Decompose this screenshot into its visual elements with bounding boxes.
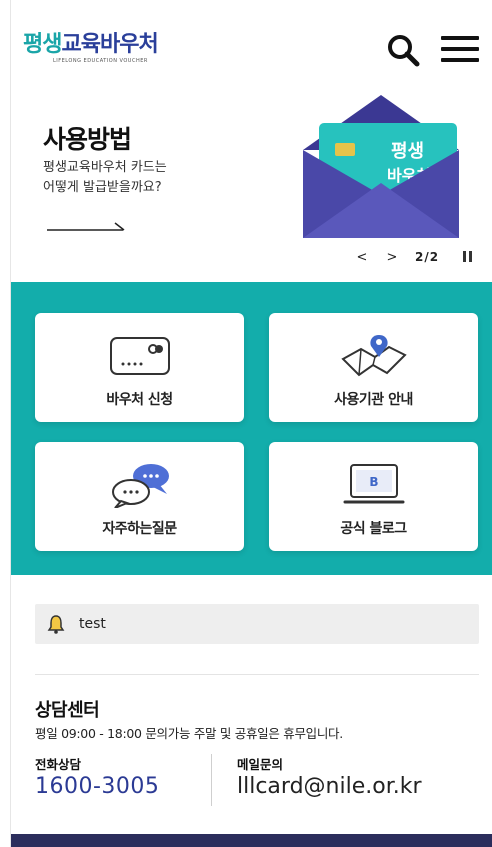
svg-text:B: B (369, 475, 378, 489)
phone-label: 전화상담 (35, 757, 82, 772)
faq-label: 자주하는질문 (102, 521, 177, 537)
mail-label: 메일문의 (237, 757, 284, 772)
slide-counter: 2/2 (415, 250, 440, 264)
banner-title: 사용방법 (43, 125, 132, 154)
long-arrow-icon (47, 222, 125, 231)
phone-number[interactable]: 1600-3005 (35, 774, 159, 799)
mail-address[interactable]: lllcard@nile.or.kr (237, 774, 422, 799)
institution-guide-button[interactable]: 사용기관 안내 (269, 313, 478, 422)
card-icon (105, 333, 175, 379)
next-slide-button[interactable]: > (377, 250, 407, 265)
chat-bubbles-icon (105, 462, 175, 508)
contact-title: 상담센터 (35, 700, 100, 721)
divider (35, 674, 479, 675)
header: 평생교육바우처 LIFELONG EDUCATION VOUCHER (11, 0, 492, 90)
card-text-1: 평생 (391, 141, 424, 162)
search-button[interactable] (386, 33, 420, 67)
logo-subtitle: LIFELONG EDUCATION VOUCHER (53, 58, 148, 64)
monitor-blog-icon: B (339, 462, 409, 508)
prev-slide-button[interactable]: < (347, 250, 377, 265)
bell-icon (47, 615, 65, 634)
search-icon (388, 35, 420, 67)
banner-description: 평생교육바우처 카드는 어떻게 발급받을까요? (43, 160, 167, 195)
quick-menu: 바우처 신청 사용기관 안내 자주하는질문 B 공식 블로그 (11, 282, 492, 575)
banner-pager: < > 2/2 (347, 248, 487, 266)
menu-button[interactable] (441, 36, 481, 64)
contact-separator (211, 754, 212, 806)
map-pin-icon (339, 333, 409, 379)
hamburger-icon (441, 36, 479, 40)
pause-icon[interactable] (463, 251, 475, 263)
page: 평생교육바우처 LIFELONG EDUCATION VOUCHER 사용방법 … (10, 0, 492, 847)
notice-text: test (79, 616, 106, 632)
notice-bar[interactable]: test (35, 604, 479, 644)
hero-banner: 사용방법 평생교육바우처 카드는 어떻게 발급받을까요? 평생 바우처 < > … (11, 90, 492, 282)
footer-bar (11, 834, 492, 847)
banner-more-link[interactable] (47, 218, 127, 232)
institution-guide-label: 사용기관 안내 (334, 392, 413, 408)
contact-hours: 평일 09:00 - 18:00 문의가능 주말 및 공휴일은 휴무입니다. (35, 726, 343, 741)
logo[interactable]: 평생교육바우처 LIFELONG EDUCATION VOUCHER (23, 33, 183, 67)
voucher-envelope-illustration: 평생 바우처 (301, 95, 461, 240)
voucher-apply-label: 바우처 신청 (106, 392, 173, 408)
voucher-apply-button[interactable]: 바우처 신청 (35, 313, 244, 422)
official-blog-button[interactable]: B 공식 블로그 (269, 442, 478, 551)
faq-button[interactable]: 자주하는질문 (35, 442, 244, 551)
logo-text: 평생교육바우처 (23, 32, 159, 57)
official-blog-label: 공식 블로그 (340, 521, 407, 537)
